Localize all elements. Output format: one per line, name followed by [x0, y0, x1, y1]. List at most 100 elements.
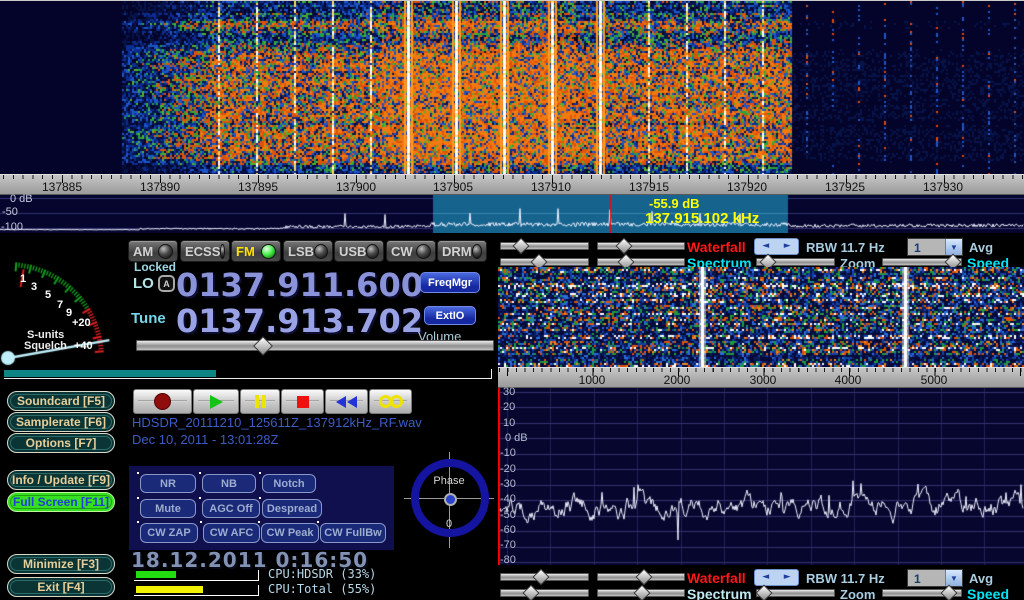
- spin-right-icon[interactable]: ►: [784, 242, 791, 251]
- pause-icon: [255, 395, 266, 408]
- spin-left-icon[interactable]: ◄: [762, 573, 769, 582]
- lo-lock-button[interactable]: A: [158, 275, 175, 292]
- cw-afc-button[interactable]: CW AFC: [203, 523, 260, 543]
- despread-button[interactable]: Despread: [262, 499, 322, 518]
- notch-button[interactable]: Notch: [262, 474, 316, 493]
- squelch-label[interactable]: Squelch: [24, 340, 67, 352]
- exit-button[interactable]: Exit [F4]: [7, 577, 115, 597]
- rbw-spinner-top[interactable]: ◄ ►: [754, 238, 799, 255]
- main-spectrum-display[interactable]: [0, 195, 1024, 233]
- phase-title: Phase: [404, 475, 494, 487]
- samplerate-button-label: Samplerate [F6]: [16, 415, 106, 429]
- db-tick-label: 0 dB: [505, 432, 528, 444]
- audio-waterfall-display[interactable]: [498, 267, 1024, 367]
- avg-dropdown-top[interactable]: 1 ▼: [907, 238, 963, 256]
- volume-slider[interactable]: [136, 340, 494, 351]
- waterfall-brightness-slider-bottom[interactable]: [500, 573, 589, 581]
- slider-thumb[interactable]: [636, 569, 653, 586]
- mode-button-cw[interactable]: CW: [386, 240, 436, 262]
- nr-button[interactable]: NR: [140, 474, 196, 493]
- main-waterfall-display[interactable]: [0, 1, 1024, 174]
- agc-button[interactable]: AGC Off: [202, 499, 260, 518]
- spectrum-brightness-slider[interactable]: [500, 258, 589, 266]
- mute-button[interactable]: Mute: [140, 499, 196, 518]
- mode-button-fm[interactable]: FM: [231, 240, 281, 262]
- nb-button[interactable]: NB: [202, 474, 256, 493]
- db-tick-label: -40: [500, 493, 516, 505]
- mode-button-ecss[interactable]: ECSS: [180, 240, 230, 262]
- lo-label: LO: [133, 275, 154, 292]
- spin-right-icon[interactable]: ►: [784, 573, 791, 582]
- cpu-total-text: CPU:Total (55%): [268, 582, 376, 596]
- lo-lock-letter: A: [163, 279, 170, 289]
- loop-button[interactable]: [369, 389, 412, 414]
- cw-zap-button[interactable]: CW ZAP: [140, 523, 198, 543]
- rewind-button[interactable]: [325, 389, 368, 414]
- freq-tick-label: 137925: [825, 180, 865, 194]
- lo-locked-label: Locked: [134, 260, 176, 274]
- slider-thumb[interactable]: [634, 585, 651, 600]
- spectrum-brightness-slider-bottom[interactable]: [500, 589, 589, 597]
- spectrum-contrast-slider[interactable]: [597, 258, 685, 266]
- slider-thumb[interactable]: [513, 238, 530, 255]
- play-button[interactable]: [193, 389, 239, 414]
- freq-tick-label: 137905: [433, 180, 473, 194]
- record-button[interactable]: [133, 389, 192, 414]
- waterfall-label-top: Waterfall: [687, 239, 746, 255]
- waterfall-contrast-slider-bottom[interactable]: [597, 573, 685, 581]
- rbw-value-top: RBW 11.7 Hz: [806, 240, 885, 255]
- db-tick-label: -10: [500, 447, 516, 459]
- cw-peak-button[interactable]: CW Peak: [261, 523, 319, 543]
- cursor-freq-readout: 137.915.102 kHz: [645, 210, 759, 227]
- speed-label-bottom: Speed: [967, 586, 1009, 600]
- dropdown-arrow-icon[interactable]: ▼: [945, 239, 962, 255]
- spin-left-icon[interactable]: ◄: [762, 242, 769, 251]
- slider-thumb[interactable]: [523, 585, 540, 600]
- avg-dropdown-bottom[interactable]: 1 ▼: [907, 569, 963, 587]
- freqmgr-button-label: FreqMgr: [428, 277, 472, 289]
- smeter-tick: +20: [72, 317, 91, 329]
- extio-button[interactable]: ExtIO: [424, 306, 476, 325]
- samplerate-button[interactable]: Samplerate [F6]: [7, 412, 115, 432]
- mode-button-am[interactable]: AM: [128, 240, 178, 262]
- zoom-slider-bottom[interactable]: [756, 589, 835, 597]
- slider-thumb[interactable]: [533, 569, 550, 586]
- waterfall-brightness-slider[interactable]: [500, 242, 589, 250]
- phase-scope[interactable]: Phase 0: [404, 452, 494, 548]
- cw-peak-label: CW Peak: [266, 527, 313, 539]
- cw-fullbw-button[interactable]: CW FullBw: [320, 523, 386, 543]
- slider-thumb[interactable]: [616, 238, 633, 255]
- mode-label: ECSS: [185, 244, 220, 259]
- dropdown-arrow-icon[interactable]: ▼: [945, 570, 962, 586]
- mode-label: DRM: [442, 244, 472, 259]
- zoom-slider-top[interactable]: [756, 258, 835, 266]
- mode-button-drm[interactable]: DRM: [437, 240, 487, 262]
- minimize-button[interactable]: Minimize [F3]: [7, 554, 115, 574]
- options-button[interactable]: Options [F7]: [7, 433, 115, 453]
- stop-icon: [297, 396, 309, 408]
- freqmgr-button[interactable]: FreqMgr: [420, 272, 480, 293]
- slider-thumb[interactable]: [756, 585, 773, 600]
- volume-slider-thumb[interactable]: [253, 336, 273, 356]
- cw-afc-label: CW AFC: [210, 527, 254, 539]
- fullscreen-button[interactable]: Full Screen [F11]: [7, 492, 115, 512]
- tune-frequency-display[interactable]: 0137.913.702: [176, 302, 423, 340]
- audio-spectrum-display[interactable]: [498, 388, 1024, 565]
- soundcard-button[interactable]: Soundcard [F5]: [7, 391, 115, 411]
- info-update-button[interactable]: Info / Update [F9]: [7, 470, 115, 490]
- speed-slider-top[interactable]: [882, 258, 962, 266]
- speed-slider-bottom[interactable]: [882, 589, 962, 597]
- waterfall-contrast-slider[interactable]: [597, 242, 685, 250]
- lo-frequency-display[interactable]: 0137.911.600: [176, 266, 423, 304]
- rbw-spinner-bottom[interactable]: ◄ ►: [754, 569, 799, 586]
- spectrum-contrast-slider-bottom[interactable]: [597, 589, 685, 597]
- audio-frequency-ruler[interactable]: 1000 2000 3000 4000 5000: [498, 367, 1024, 388]
- phase-zero-label: 0: [404, 518, 494, 530]
- main-frequency-ruler[interactable]: 137885 137890 137895 137900 137905 13791…: [0, 174, 1024, 195]
- s-meter-gauge[interactable]: [0, 236, 128, 376]
- pause-button[interactable]: [240, 389, 280, 414]
- spectrum-db-label: -100: [1, 221, 23, 233]
- mode-button-lsb[interactable]: LSB: [283, 240, 333, 262]
- mode-button-usb[interactable]: USB: [334, 240, 384, 262]
- stop-button[interactable]: [281, 389, 324, 414]
